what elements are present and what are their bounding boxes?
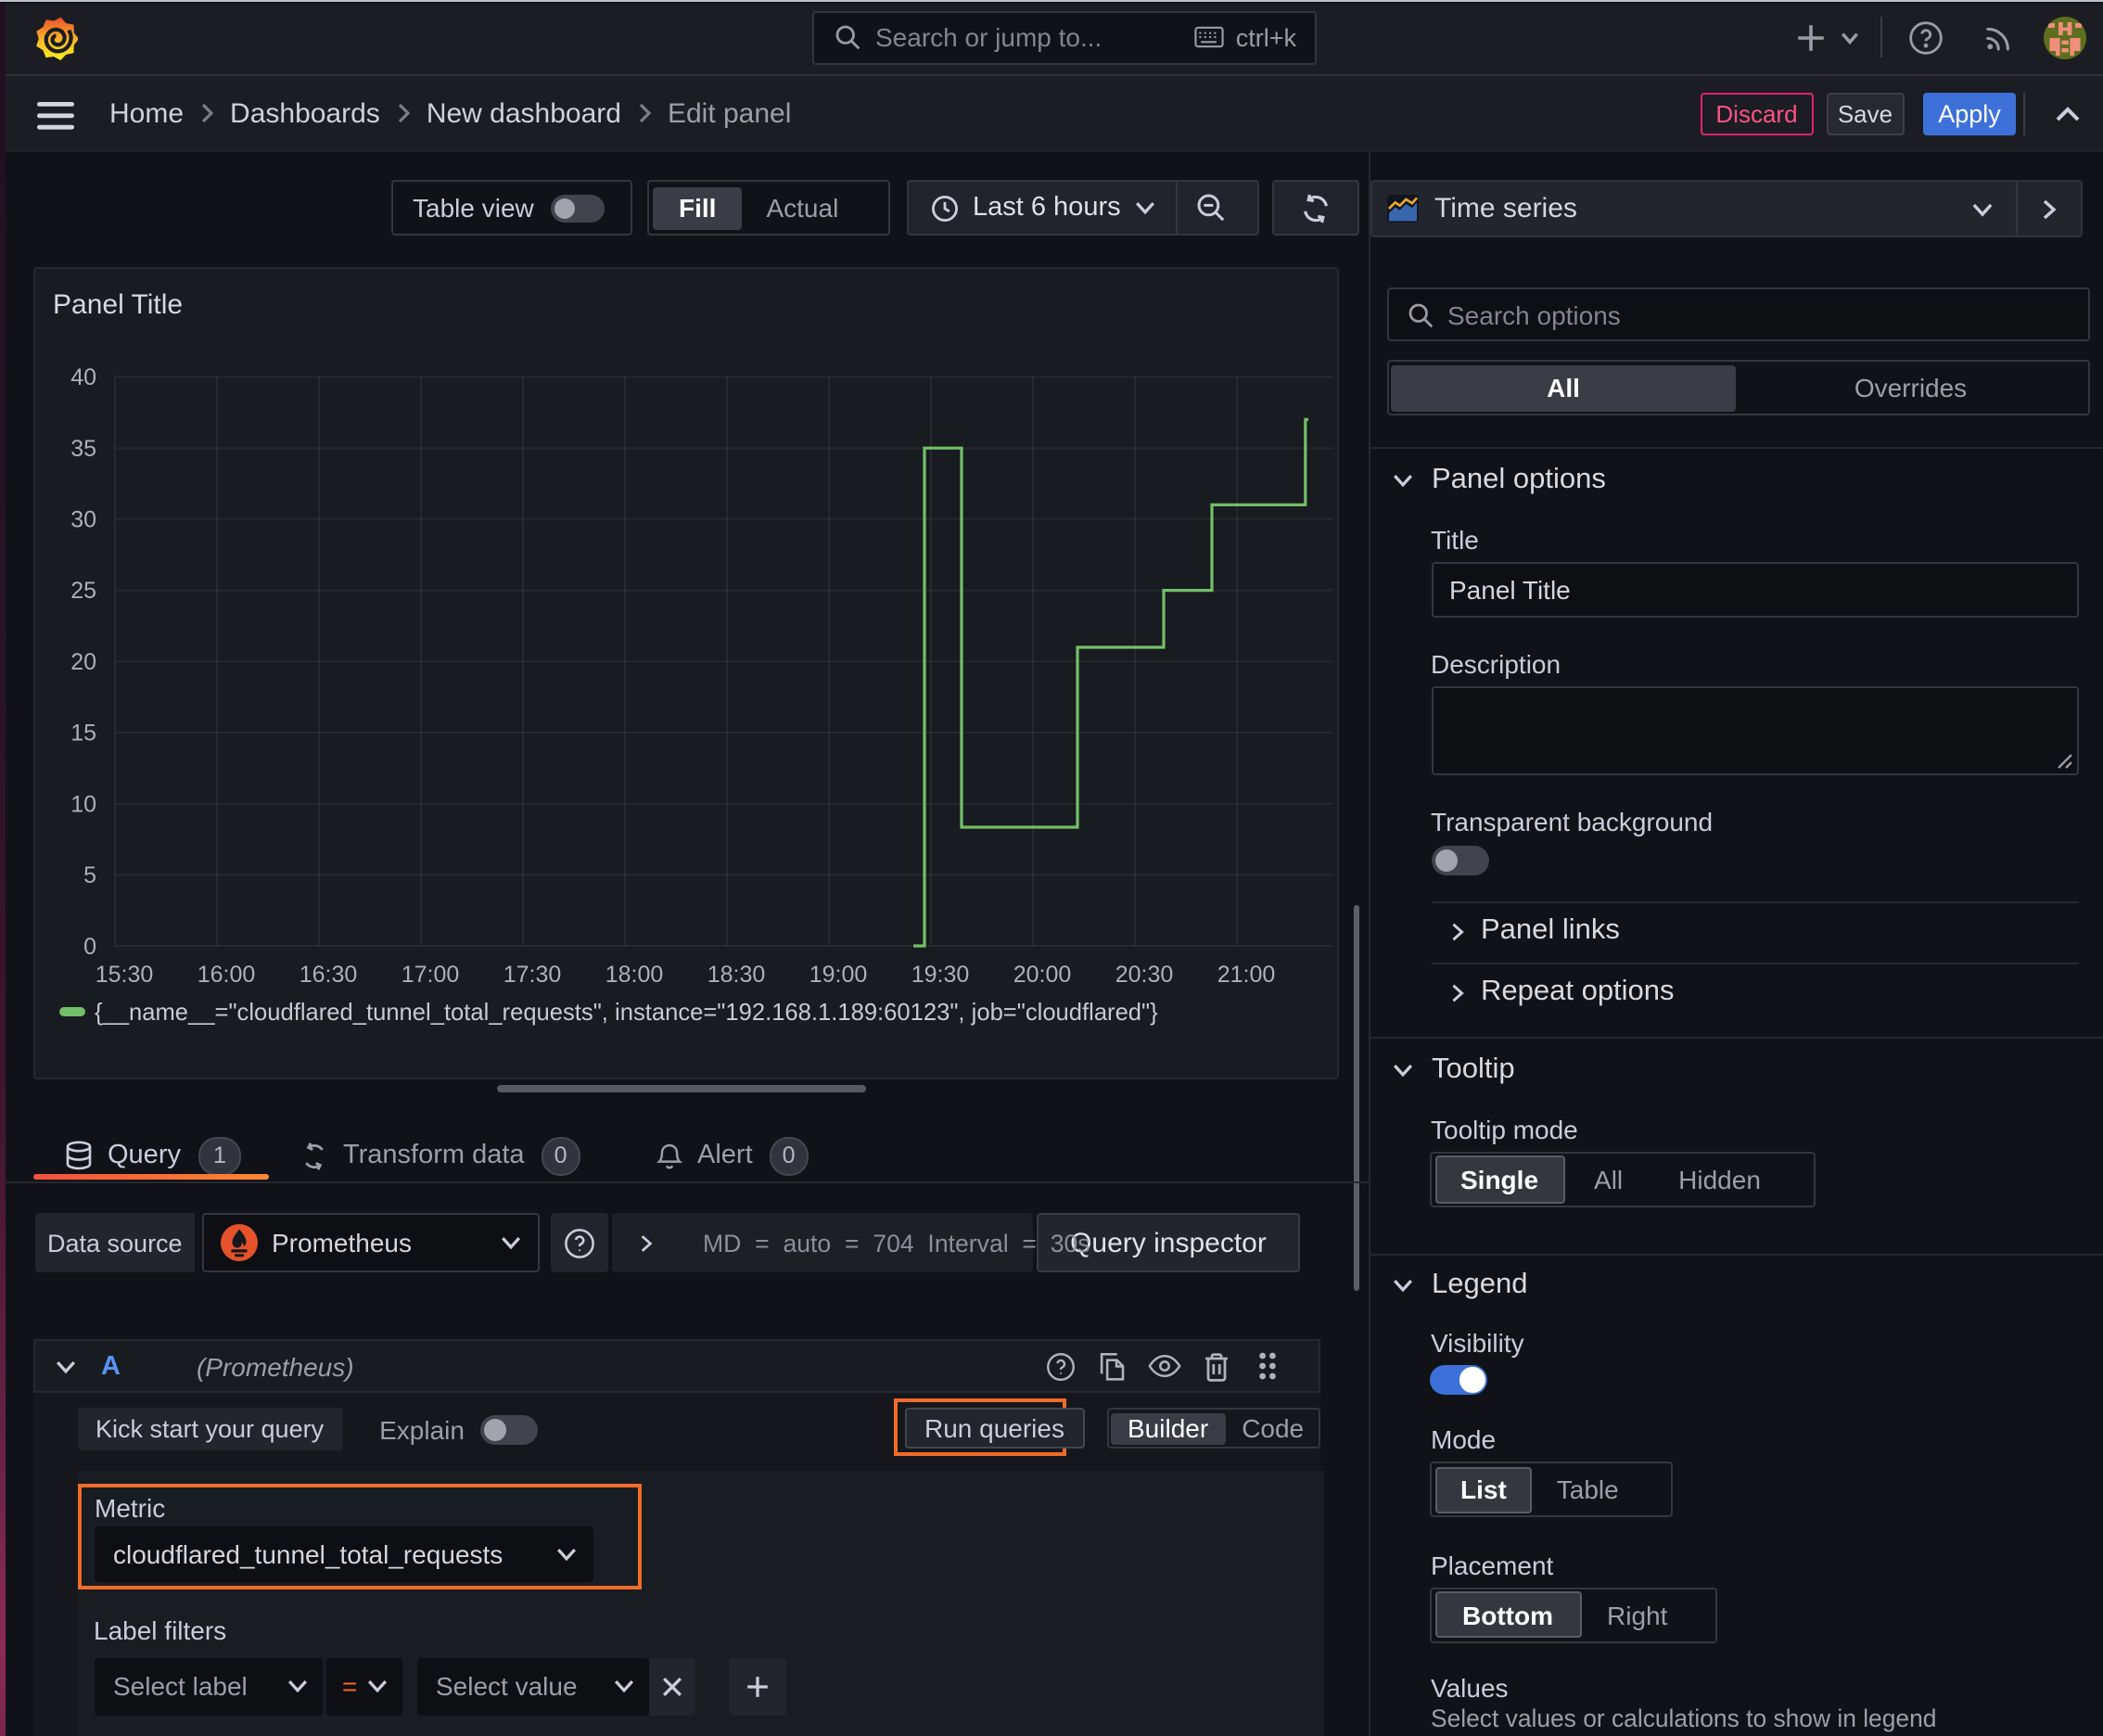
svg-text:5: 5 xyxy=(83,862,96,887)
svg-text:21:00: 21:00 xyxy=(1217,961,1275,987)
svg-text:20: 20 xyxy=(70,648,96,674)
svg-text:0: 0 xyxy=(83,933,96,959)
svg-text:16:00: 16:00 xyxy=(197,961,255,987)
svg-text:20:00: 20:00 xyxy=(1013,961,1071,987)
svg-text:18:30: 18:30 xyxy=(707,961,765,987)
svg-text:17:00: 17:00 xyxy=(401,961,459,987)
svg-text:40: 40 xyxy=(70,364,96,389)
svg-text:19:00: 19:00 xyxy=(809,961,867,987)
svg-text:35: 35 xyxy=(70,435,96,461)
svg-text:25: 25 xyxy=(70,577,96,603)
svg-text:16:30: 16:30 xyxy=(299,961,357,987)
svg-text:30: 30 xyxy=(70,505,96,531)
svg-text:18:00: 18:00 xyxy=(605,961,663,987)
svg-text:19:30: 19:30 xyxy=(911,961,969,987)
svg-text:15:30: 15:30 xyxy=(95,961,153,987)
svg-text:17:30: 17:30 xyxy=(503,961,561,987)
svg-text:20:30: 20:30 xyxy=(1115,961,1173,987)
svg-text:15: 15 xyxy=(70,720,96,746)
svg-text:10: 10 xyxy=(70,790,96,816)
